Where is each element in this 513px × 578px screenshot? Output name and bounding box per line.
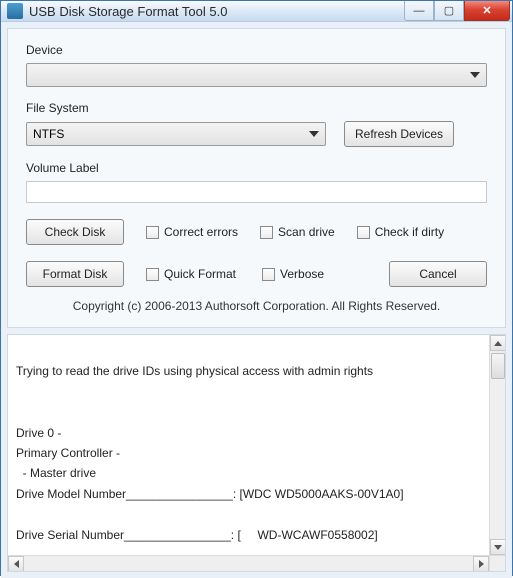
chevron-right-icon <box>479 560 484 568</box>
copyright-text: Copyright (c) 2006-2013 Authorsoft Corpo… <box>26 287 487 317</box>
scroll-thumb[interactable] <box>491 353 505 379</box>
close-icon: ✕ <box>482 4 491 17</box>
log-line: Drive 0 - <box>16 426 61 440</box>
refresh-devices-button[interactable]: Refresh Devices <box>344 121 454 147</box>
format-row: Format Disk Quick Format Verbose Cancel <box>26 261 487 287</box>
verbose-checkbox[interactable]: Verbose <box>262 267 324 281</box>
log-line: Primary Controller - <box>16 446 120 460</box>
chevron-down-icon <box>494 545 502 550</box>
chevron-down-icon <box>309 131 319 137</box>
log-line: - Master drive <box>16 466 96 480</box>
filesystem-label: File System <box>26 101 487 115</box>
maximize-button[interactable]: ▢ <box>434 1 464 21</box>
close-button[interactable]: ✕ <box>464 1 510 21</box>
chevron-left-icon <box>14 560 19 568</box>
scan-drive-label: Scan drive <box>278 225 335 239</box>
filesystem-group: File System NTFS Refresh Devices <box>26 101 487 147</box>
checkbox-icon <box>146 226 159 239</box>
filesystem-value: NTFS <box>33 127 64 141</box>
window-title: USB Disk Storage Format Tool 5.0 <box>29 4 404 19</box>
quick-format-label: Quick Format <box>164 267 236 281</box>
correct-errors-label: Correct errors <box>164 225 238 239</box>
scroll-right-button[interactable] <box>473 556 489 572</box>
client-area: Device File System NTFS Refresh Devices <box>1 22 512 578</box>
scroll-down-button[interactable] <box>490 539 506 555</box>
volume-label-label: Volume Label <box>26 161 487 175</box>
cancel-button[interactable]: Cancel <box>389 261 487 287</box>
chevron-up-icon <box>494 341 502 346</box>
window-controls: ― ▢ ✕ <box>404 1 512 21</box>
chevron-down-icon <box>470 72 480 78</box>
vertical-scrollbar[interactable] <box>489 335 505 555</box>
maximize-icon: ▢ <box>444 4 454 17</box>
log-line: Drive Serial Number________________: [ W… <box>16 528 378 542</box>
checkbox-icon <box>262 268 275 281</box>
format-disk-button[interactable]: Format Disk <box>26 261 124 287</box>
filesystem-dropdown[interactable]: NTFS <box>26 122 326 146</box>
verbose-label: Verbose <box>280 267 324 281</box>
scroll-left-button[interactable] <box>8 556 24 572</box>
check-disk-button[interactable]: Check Disk <box>26 219 124 245</box>
minimize-button[interactable]: ― <box>404 1 434 21</box>
device-dropdown[interactable] <box>26 63 487 87</box>
minimize-icon: ― <box>414 5 425 17</box>
scan-drive-checkbox[interactable]: Scan drive <box>260 225 335 239</box>
checkbox-icon <box>260 226 273 239</box>
log-line: Trying to read the drive IDs using physi… <box>16 364 373 378</box>
correct-errors-checkbox[interactable]: Correct errors <box>146 225 238 239</box>
volume-label-group: Volume Label <box>26 161 487 203</box>
check-if-dirty-checkbox[interactable]: Check if dirty <box>357 225 444 239</box>
check-if-dirty-label: Check if dirty <box>375 225 444 239</box>
app-icon <box>7 3 23 19</box>
device-group: Device <box>26 43 487 87</box>
log-line: Drive Model Number________________: [WDC… <box>16 487 404 501</box>
device-label: Device <box>26 43 487 57</box>
log-text: Trying to read the drive IDs using physi… <box>8 335 505 571</box>
quick-format-checkbox[interactable]: Quick Format <box>146 267 236 281</box>
check-row: Check Disk Correct errors Scan drive Che… <box>26 219 487 245</box>
scroll-corner <box>489 555 505 571</box>
horizontal-scrollbar[interactable] <box>8 555 489 571</box>
app-window: USB Disk Storage Format Tool 5.0 ― ▢ ✕ D… <box>0 0 513 576</box>
scroll-up-button[interactable] <box>490 335 506 351</box>
checkbox-icon <box>357 226 370 239</box>
titlebar: USB Disk Storage Format Tool 5.0 ― ▢ ✕ <box>1 1 512 22</box>
volume-label-input[interactable] <box>26 181 487 203</box>
log-panel: Trying to read the drive IDs using physi… <box>7 334 506 572</box>
main-panel: Device File System NTFS Refresh Devices <box>7 28 506 328</box>
checkbox-icon <box>146 268 159 281</box>
